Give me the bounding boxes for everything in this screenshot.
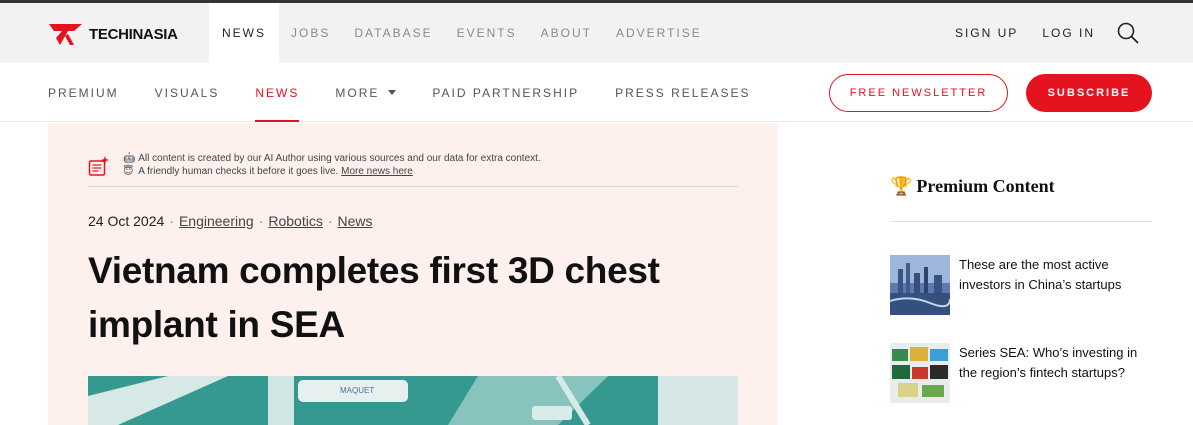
topnav-jobs[interactable]: JOBS (279, 3, 342, 63)
top-navigation-bar: TECHINASIA NEWS JOBS DATABASE EVENTS ABO… (0, 3, 1193, 63)
logo-text: TECHINASIA (89, 25, 178, 43)
secnav-press-releases[interactable]: PRESS RELEASES (615, 63, 750, 122)
tag-news[interactable]: News (338, 213, 373, 229)
premium-content-item-title[interactable]: Series SEA: Who’s investing in the regio… (959, 343, 1152, 382)
topnav-events[interactable]: EVENTS (445, 3, 529, 63)
premium-content-item[interactable]: These are the most active investors in C… (890, 255, 1152, 315)
premium-content-thumbnail[interactable] (890, 255, 950, 315)
primary-nav: NEWS JOBS DATABASE EVENTS ABOUT ADVERTIS… (209, 3, 714, 63)
secondary-nav: PREMIUM VISUALS NEWS MORE PAID PARTNERSH… (48, 63, 786, 122)
trophy-icon: 🏆 (890, 176, 913, 196)
log-in-link[interactable]: LOG IN (1042, 26, 1095, 40)
caret-down-icon (388, 90, 397, 95)
article-headline: Vietnam completes first 3D chest implant… (88, 250, 660, 345)
article-date: 24 Oct 2024 (88, 213, 165, 229)
techinasia-logo[interactable]: TECHINASIA (48, 22, 178, 46)
secnav-news[interactable]: NEWS (255, 63, 300, 122)
secondary-navigation-bar: PREMIUM VISUALS NEWS MORE PAID PARTNERSH… (0, 63, 1193, 122)
human-face-icon: 😇 (123, 166, 134, 177)
premium-content-title: Premium Content (916, 176, 1055, 196)
secnav-paid-partnership[interactable]: PAID PARTNERSHIP (432, 63, 579, 122)
ai-notice-line-2: A friendly human checks it before it goe… (138, 166, 339, 177)
topnav-news[interactable]: NEWS (209, 3, 279, 63)
tag-engineering[interactable]: Engineering (179, 213, 254, 229)
ai-notice-line-1: All content is created by our AI Author … (138, 153, 541, 164)
premium-content-heading: 🏆 Premium Content (890, 176, 1055, 197)
ai-content-notice: 🤖 All content is created by our AI Autho… (88, 151, 738, 187)
secnav-visuals[interactable]: VISUALS (155, 63, 220, 122)
article-card: 🤖 All content is created by our AI Autho… (48, 123, 777, 425)
maquet-text: MAQUET (340, 386, 374, 395)
subscribe-button[interactable]: SUBSCRIBE (1026, 74, 1152, 112)
sidebar-divider (890, 221, 1152, 222)
topnav-advertise[interactable]: ADVERTISE (604, 3, 714, 63)
topnav-about[interactable]: ABOUT (529, 3, 604, 63)
article-hero-image: MAQUET (88, 376, 738, 425)
premium-content-item-title[interactable]: These are the most active investors in C… (959, 255, 1152, 294)
secnav-premium[interactable]: PREMIUM (48, 63, 119, 122)
premium-content-item[interactable]: Series SEA: Who’s investing in the regio… (890, 343, 1152, 403)
sign-up-link[interactable]: SIGN UP (955, 26, 1018, 40)
logo-mark-icon (49, 24, 82, 45)
premium-content-thumbnail[interactable] (890, 343, 950, 403)
article-meta: 24 Oct 2024 · Engineering · Robotics · News (88, 213, 373, 229)
tag-robotics[interactable]: Robotics (268, 213, 322, 229)
free-newsletter-button[interactable]: FREE NEWSLETTER (829, 74, 1008, 112)
robot-icon: 🤖 (123, 153, 136, 164)
secnav-more-label: MORE (335, 85, 380, 100)
topnav-database[interactable]: DATABASE (342, 3, 444, 63)
more-news-link[interactable]: More news here (341, 166, 413, 177)
search-icon[interactable] (1117, 22, 1139, 44)
account-links: SIGN UP LOG IN (955, 3, 1193, 63)
secnav-more-dropdown[interactable]: MORE (335, 63, 397, 122)
ai-sparkle-icon (88, 155, 110, 182)
